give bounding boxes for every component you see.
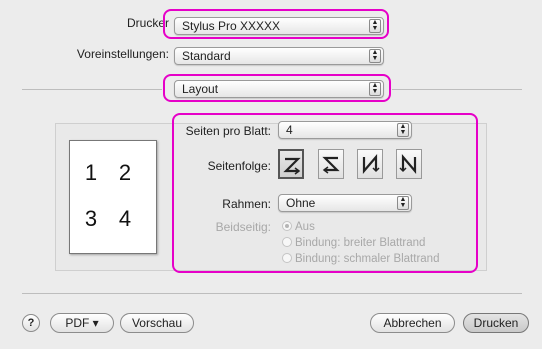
popup-arrows-icon: ▲ ▼ — [397, 123, 409, 137]
section-separator-left — [22, 89, 162, 90]
popup-arrows-icon: ▲ ▼ — [369, 49, 381, 63]
order-reverse-z-button[interactable] — [318, 149, 344, 179]
order-z-button[interactable] — [278, 149, 304, 179]
section-value: Layout — [182, 82, 219, 96]
duplex-label: Beidseitig: — [215, 220, 271, 234]
duplex-option-short-edge[interactable]: Bindung: schmaler Blattrand — [282, 253, 439, 265]
radio-icon — [282, 253, 292, 263]
layout-preview: 1 2 3 4 — [69, 140, 157, 254]
duplex-option-label: Bindung: schmaler Blattrand — [295, 253, 440, 265]
preview-page-2: 2 — [118, 160, 132, 185]
preview-page-1: 1 — [84, 160, 98, 185]
printer-popup[interactable]: Stylus Pro XXXXX ▲ ▼ — [174, 17, 384, 35]
pages-per-sheet-value: 4 — [286, 123, 293, 137]
pages-per-sheet-popup[interactable]: 4 ▲ ▼ — [278, 121, 412, 139]
order-n-button[interactable] — [396, 149, 422, 179]
preview-page-4: 4 — [118, 206, 132, 231]
order-n-left-button[interactable] — [357, 149, 383, 179]
section-popup[interactable]: Layout ▲ ▼ — [174, 80, 384, 98]
section-separator-right — [392, 89, 522, 90]
popup-arrows-icon: ▲ ▼ — [397, 196, 409, 210]
preview-button[interactable]: Vorschau — [120, 313, 194, 333]
page-order-label: Seitenfolge: — [207, 159, 271, 173]
order-z-icon — [283, 157, 301, 175]
pdf-button[interactable]: PDF ▾ — [50, 313, 114, 333]
preview-page-3: 3 — [84, 206, 98, 231]
presets-label: Voreinstellungen: — [76, 47, 169, 61]
duplex-option-label: Aus — [295, 221, 315, 233]
duplex-option-long-edge[interactable]: Bindung: breiter Blattrand — [282, 237, 425, 249]
cancel-button[interactable]: Abbrechen — [370, 313, 455, 333]
radio-icon — [282, 237, 292, 247]
print-button[interactable]: Drucken — [463, 313, 529, 333]
popup-arrows-icon: ▲ ▼ — [369, 19, 381, 33]
border-value: Ohne — [286, 196, 316, 210]
border-label: Rahmen: — [222, 197, 271, 211]
order-reverse-z-icon — [322, 156, 340, 174]
radio-icon — [282, 221, 292, 231]
pages-per-sheet-label: Seiten pro Blatt: — [185, 124, 271, 138]
duplex-option-off[interactable]: Aus — [282, 221, 315, 233]
order-n-icon — [399, 154, 417, 174]
help-button[interactable]: ? — [22, 314, 40, 332]
duplex-option-label: Bindung: breiter Blattrand — [295, 237, 426, 249]
popup-arrows-icon: ▲ ▼ — [369, 82, 381, 96]
footer-separator — [22, 293, 522, 294]
order-n-left-icon — [362, 154, 380, 174]
border-popup[interactable]: Ohne ▲ ▼ — [278, 194, 412, 212]
presets-popup[interactable]: Standard ▲ ▼ — [174, 47, 384, 65]
presets-value: Standard — [182, 49, 231, 63]
printer-value: Stylus Pro XXXXX — [182, 19, 281, 33]
